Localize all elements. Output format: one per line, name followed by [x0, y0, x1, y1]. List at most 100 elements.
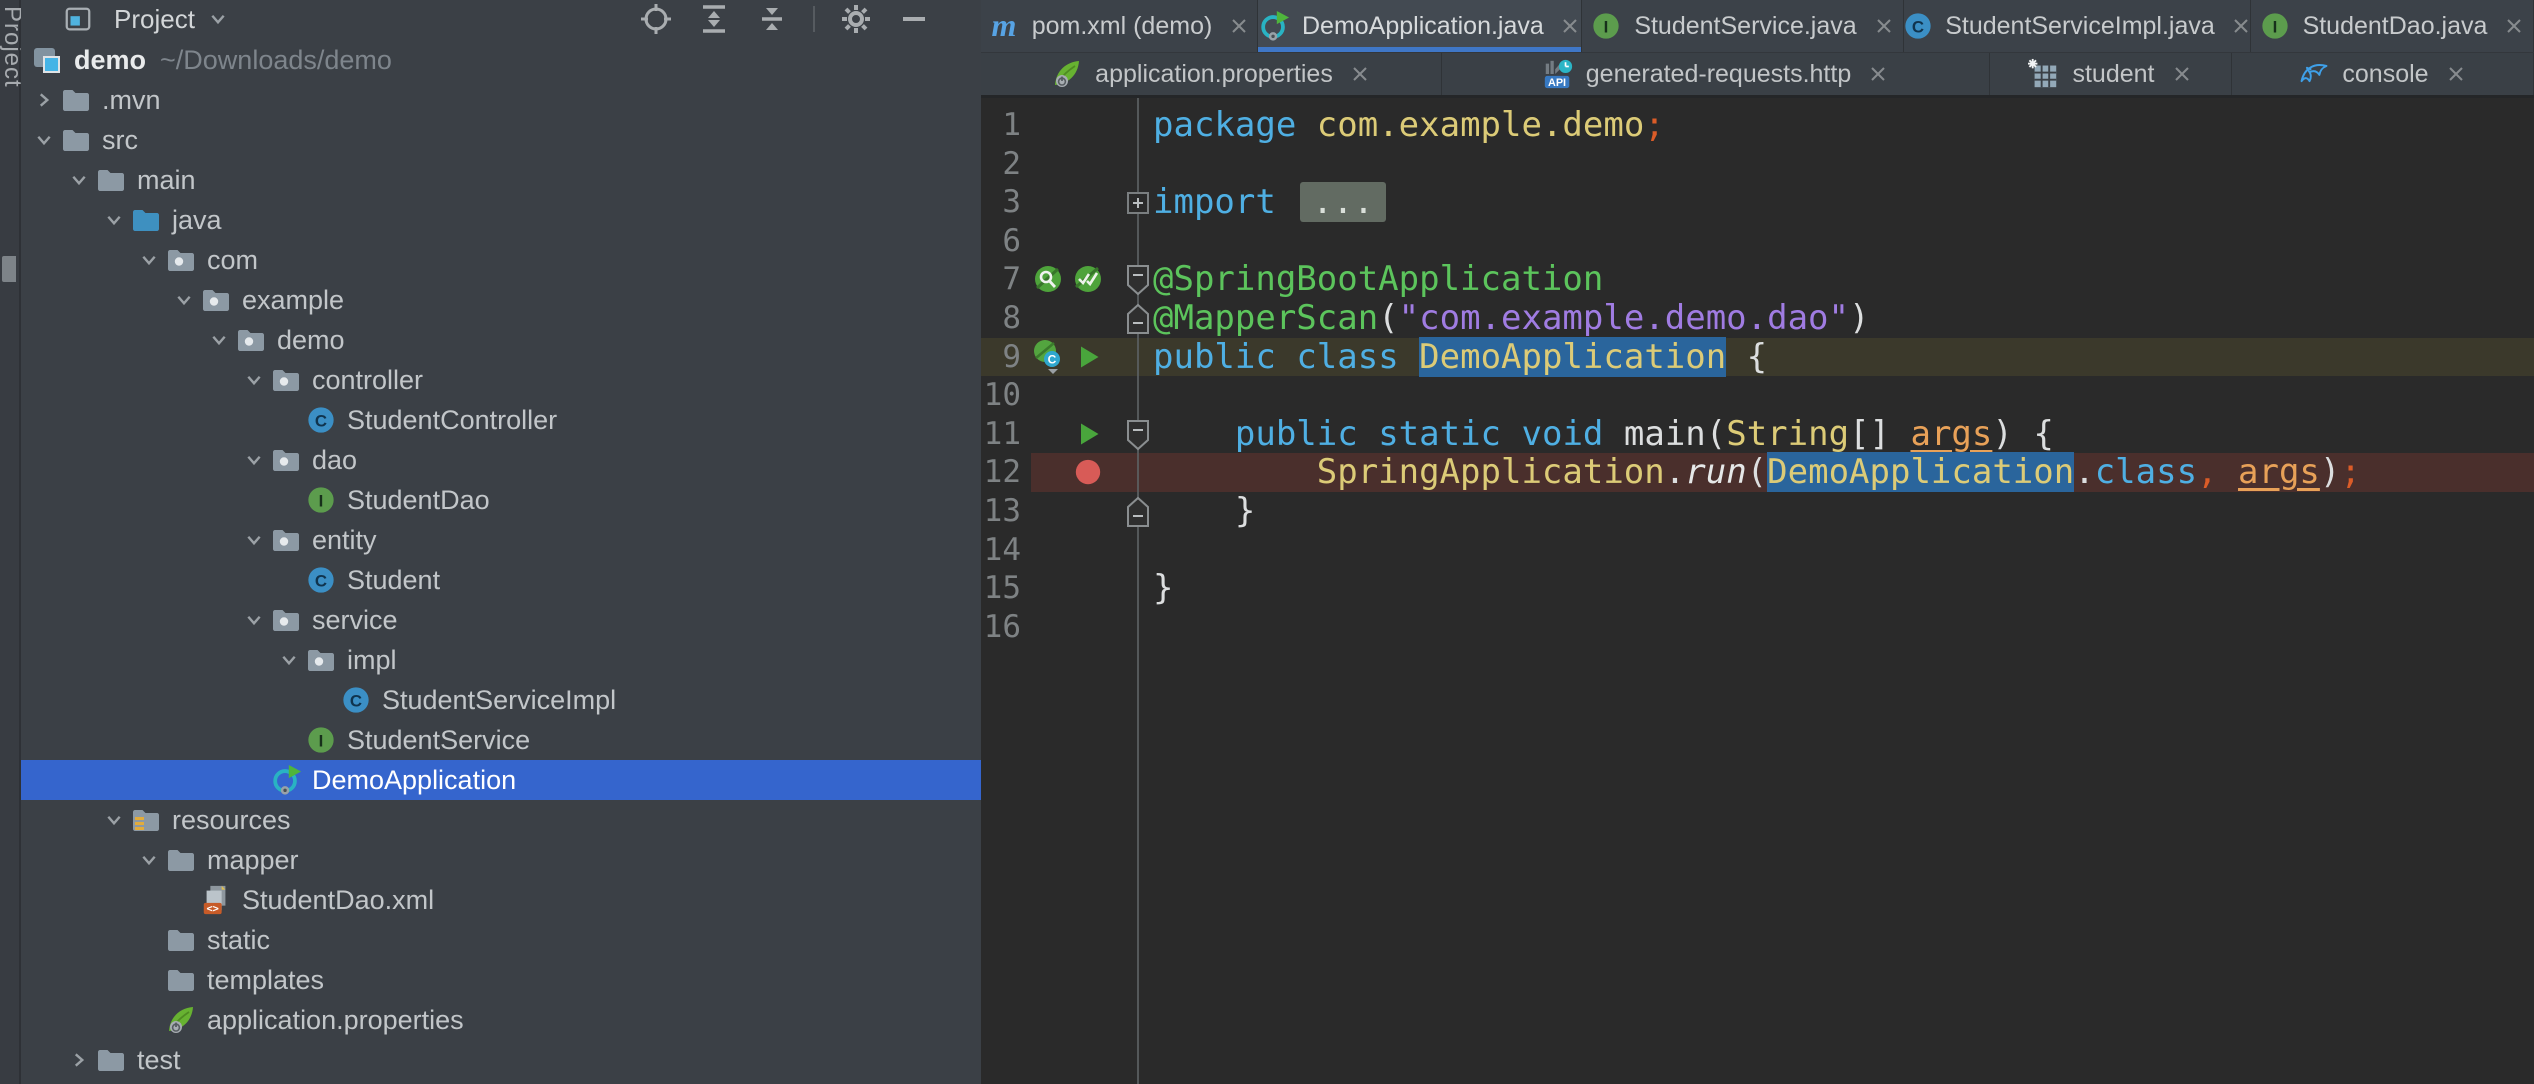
fold-end-icon[interactable] [1124, 495, 1152, 529]
chevron-right-icon[interactable] [64, 1044, 94, 1076]
code-token: @SpringBootApplication [1153, 259, 1603, 299]
spring-check-icon[interactable] [1071, 262, 1105, 296]
chevron-down-icon[interactable] [134, 244, 164, 276]
tree-row-studentcontroller[interactable]: CStudentController [21, 400, 981, 440]
tree-row-student[interactable]: CStudent [21, 560, 981, 600]
run-icon[interactable] [1071, 340, 1105, 374]
code-line-8[interactable]: 8@MapperScan("com.example.demo.dao") [981, 299, 2534, 338]
code-line-14[interactable]: 14 [981, 531, 2534, 570]
close-icon[interactable] [1560, 15, 1581, 37]
chevron-down-icon[interactable] [64, 164, 94, 196]
chevron-down-icon[interactable] [29, 124, 59, 156]
code-line-12[interactable]: 12 SpringApplication.run(DemoApplication… [981, 453, 2534, 492]
expand-all-button[interactable] [697, 2, 731, 36]
locate-button[interactable] [639, 2, 673, 36]
code-line-10[interactable]: 10 [981, 376, 2534, 415]
code-line-2[interactable]: 2 [981, 145, 2534, 184]
code-line-7[interactable]: 7@SpringBootApplication [981, 260, 2534, 299]
tree-row-example[interactable]: example [21, 280, 981, 320]
tab-pom.xml-demo-[interactable]: mpom.xml (demo) [981, 0, 1258, 52]
chevron-right-icon[interactable] [29, 84, 59, 116]
tree-row-mapper[interactable]: mapper [21, 840, 981, 880]
tree-row-templates[interactable]: templates [21, 960, 981, 1000]
tree-row-service[interactable]: service [21, 600, 981, 640]
chevron-down-icon[interactable] [274, 644, 304, 676]
spring-bean-icon[interactable]: C [1031, 340, 1065, 374]
tree-row-.mvn[interactable]: .mvn [21, 80, 981, 120]
breakpoint-icon[interactable] [1071, 455, 1105, 489]
tree-row-application.properties[interactable]: application.properties [21, 1000, 981, 1040]
chevron-down-icon[interactable] [239, 524, 269, 556]
tree-row-test[interactable]: test [21, 1040, 981, 1080]
fold-plus-icon[interactable] [1124, 186, 1152, 220]
tool-window-stub-icon[interactable] [2, 256, 16, 282]
chevron-down-icon[interactable] [239, 444, 269, 476]
chevron-down-icon[interactable] [239, 604, 269, 636]
chevron-down-icon[interactable] [204, 324, 234, 356]
close-icon[interactable] [1873, 15, 1895, 37]
tree-row-java[interactable]: java [21, 200, 981, 240]
tree-row-studentservice[interactable]: IStudentService [21, 720, 981, 760]
fold-start-icon[interactable] [1124, 418, 1152, 452]
interface-icon: I [304, 723, 338, 757]
hide-button[interactable] [897, 2, 931, 36]
close-icon[interactable] [2171, 63, 2193, 85]
tab-student[interactable]: student [1990, 53, 2232, 95]
run-icon[interactable] [1071, 417, 1105, 451]
tree-row-studentdao.xml[interactable]: <>StudentDao.xml [21, 880, 981, 920]
tree-row-static[interactable]: static [21, 920, 981, 960]
fold-end-icon[interactable] [1124, 302, 1152, 336]
close-icon[interactable] [1228, 15, 1250, 37]
code-line-11[interactable]: 11 public static void main(String[] args… [981, 415, 2534, 454]
fold-start-icon[interactable] [1124, 263, 1152, 297]
tab-generated-requests.http[interactable]: APIgenerated-requests.http [1442, 53, 1990, 95]
code-token: String [1726, 414, 1849, 454]
close-icon[interactable] [2445, 63, 2467, 85]
code-line-9[interactable]: 9Cpublic class DemoApplication { [981, 338, 2534, 377]
tree-row-impl[interactable]: impl [21, 640, 981, 680]
tree-item-label: templates [207, 960, 324, 1000]
tab-console[interactable]: console [2232, 53, 2534, 95]
tree-row-demoapplication[interactable]: DemoApplication [21, 760, 981, 800]
tree-row-src[interactable]: src [21, 120, 981, 160]
tree-row-com[interactable]: com [21, 240, 981, 280]
settings-button[interactable] [839, 2, 873, 36]
code-line-13[interactable]: 13 } [981, 492, 2534, 531]
tree-row-controller[interactable]: controller [21, 360, 981, 400]
chevron-down-icon[interactable] [99, 804, 129, 836]
tab-studentdao.java[interactable]: IStudentDao.java [2251, 0, 2534, 52]
chevron-down-icon[interactable] [169, 284, 199, 316]
tab-label: generated-requests.http [1586, 60, 1851, 89]
collapse-all-button[interactable] [755, 2, 789, 36]
tree-row-main[interactable]: main [21, 160, 981, 200]
chevron-down-icon[interactable] [134, 844, 164, 876]
spring-search-icon[interactable] [1031, 262, 1065, 296]
tree-row-entity[interactable]: entity [21, 520, 981, 560]
tab-demoapplication.java[interactable]: DemoApplication.java [1258, 0, 1582, 52]
tree-row-studentdao[interactable]: IStudentDao [21, 480, 981, 520]
tab-application.properties[interactable]: application.properties [981, 53, 1442, 95]
code-line-6[interactable]: 6 [981, 222, 2534, 261]
folded-imports-badge[interactable]: ... [1300, 182, 1385, 222]
code-line-1[interactable]: 1package com.example.demo; [981, 106, 2534, 145]
tree-row-dao[interactable]: dao [21, 440, 981, 480]
folder-pkg-icon [269, 443, 303, 477]
code-line-3[interactable]: 3import ... [981, 183, 2534, 222]
code-token: ; [2340, 452, 2360, 492]
close-icon[interactable] [1867, 63, 1889, 85]
project-title-group[interactable]: Project [61, 2, 231, 36]
tab-studentserviceimpl.java[interactable]: CStudentServiceImpl.java [1904, 0, 2251, 52]
close-icon[interactable] [1349, 63, 1371, 85]
close-icon[interactable] [2231, 15, 2251, 37]
close-icon[interactable] [2503, 15, 2525, 37]
code-line-16[interactable]: 16 [981, 608, 2534, 647]
code-line-15[interactable]: 15} [981, 569, 2534, 608]
tree-row-resources[interactable]: resources [21, 800, 981, 840]
tree-row-demo[interactable]: demo~/Downloads/demo [21, 40, 981, 80]
tree-row-studentserviceimpl[interactable]: CStudentServiceImpl [21, 680, 981, 720]
code-area[interactable]: 1package com.example.demo;23import ...67… [981, 98, 2534, 1084]
chevron-down-icon[interactable] [99, 204, 129, 236]
tab-studentservice.java[interactable]: IStudentService.java [1582, 0, 1904, 52]
chevron-down-icon[interactable] [239, 364, 269, 396]
tree-row-demo[interactable]: demo [21, 320, 981, 360]
